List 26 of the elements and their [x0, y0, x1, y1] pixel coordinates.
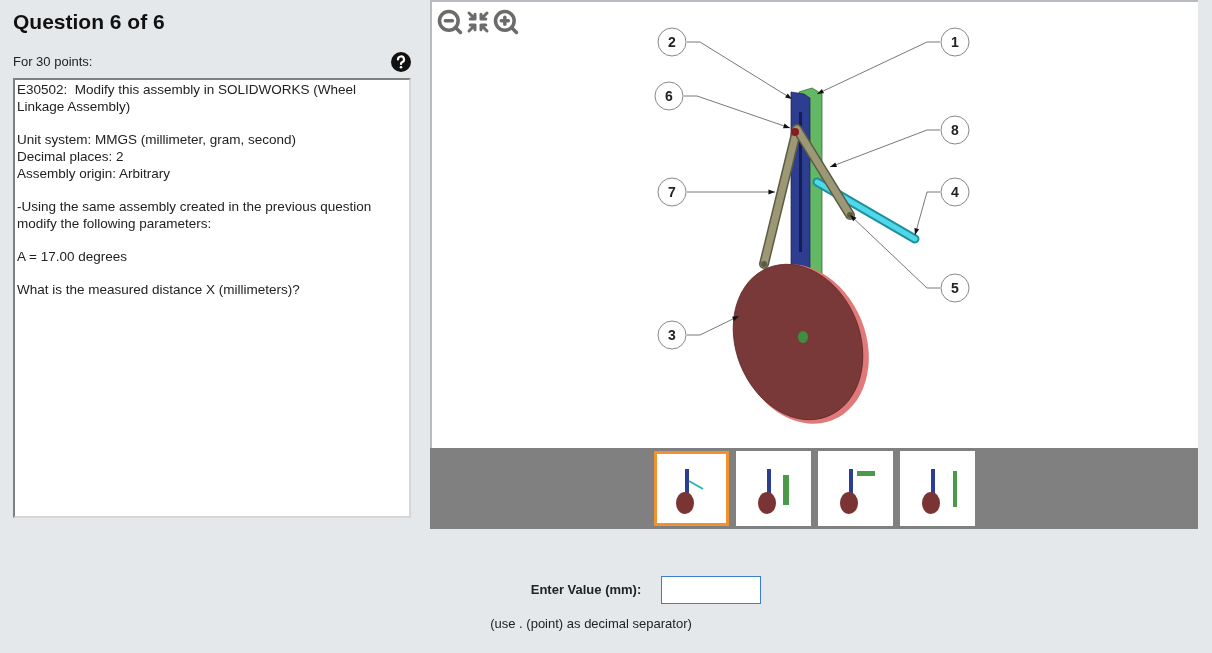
leader-line	[686, 315, 740, 336]
answer-label: Enter Value (mm):	[530, 581, 642, 600]
question-text-line: -Using the same assembly created in the previous question modify the following parameters:	[17, 198, 373, 232]
help-icon[interactable]	[391, 52, 411, 72]
question-text-line: E30502: Modify this assembly in SOLIDWORKS (Wheel Linkage Assembly)	[17, 81, 358, 115]
question-title: Question 6 of 6	[13, 9, 166, 35]
question-text-line: A = 17.00 degrees	[17, 248, 128, 265]
thumbnail-button[interactable]	[653, 451, 729, 526]
decimal-hint: (use . (point) as decimal separator)	[490, 615, 692, 633]
callout-balloon: 1	[940, 27, 970, 57]
callout-balloon: 5	[940, 273, 970, 303]
question-text-line: Assembly origin: Arbitrary	[17, 165, 172, 182]
callout-balloon: 4	[940, 177, 970, 207]
callout-balloon: 7	[657, 177, 687, 207]
answer-input-field[interactable]	[661, 576, 762, 604]
zoom-out-icon[interactable]	[436, 8, 464, 36]
callout-balloon: 8	[940, 115, 970, 145]
callout-balloon: 3	[657, 320, 687, 350]
callout-balloon: 6	[654, 81, 684, 111]
question-text-line: What is the measured distance X (millimeters)?	[17, 281, 301, 298]
zoom-in-icon[interactable]	[492, 8, 520, 36]
callout-balloon: 2	[657, 27, 687, 57]
question-text-line: Decimal places: 2	[17, 148, 125, 165]
question-text-line: Unit system: MMGS (millimeter, gram, second)	[17, 131, 298, 148]
points-label: For 30 points:	[13, 53, 93, 72]
shrink-icon[interactable]	[466, 10, 490, 34]
